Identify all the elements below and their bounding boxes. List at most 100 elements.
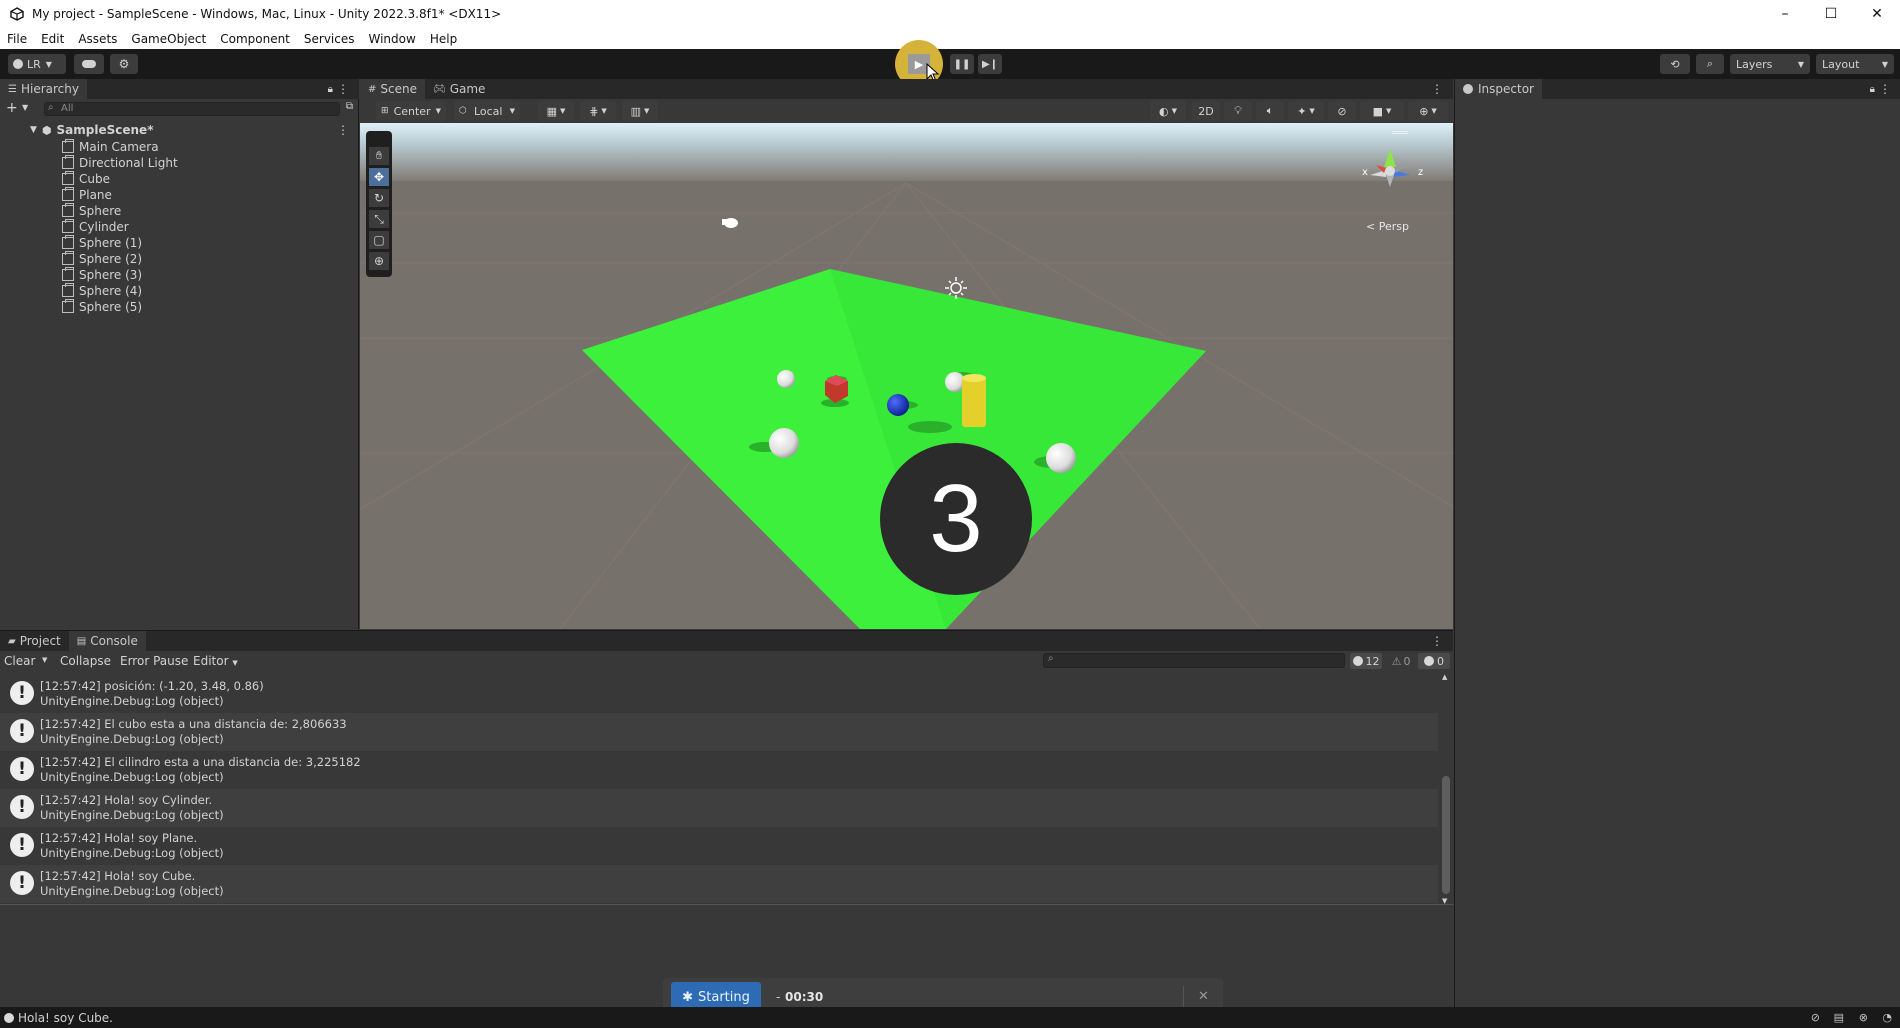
- list-item[interactable]: Sphere (1): [62, 235, 142, 251]
- blue-sphere-object[interactable]: [887, 394, 909, 416]
- camera-settings-button[interactable]: ■ ▼: [1360, 101, 1404, 121]
- hierarchy-search-input[interactable]: ⌕ All: [44, 102, 340, 116]
- gizmos-button[interactable]: ⊕ ▼: [1408, 101, 1448, 121]
- menu-gameobject[interactable]: GameObject: [124, 32, 213, 46]
- error-count-toggle[interactable]: 0: [1418, 653, 1450, 669]
- search-button[interactable]: ⌕: [1696, 54, 1724, 74]
- tab-game[interactable]: 🎮︎ Game: [425, 79, 493, 99]
- add-button[interactable]: +: [6, 100, 18, 116]
- pause-button[interactable]: ❚❚: [950, 54, 974, 74]
- list-item[interactable]: Sphere (4): [62, 283, 142, 299]
- cache-icon[interactable]: ▤: [1834, 1011, 1844, 1024]
- list-item[interactable]: Cube: [62, 171, 110, 187]
- tab-hierarchy[interactable]: ☰ Hierarchy: [0, 79, 87, 99]
- close-recording-button[interactable]: ✕: [1198, 989, 1209, 1004]
- undo-history-button[interactable]: ⟲: [1660, 54, 1690, 74]
- transform-tool-button[interactable]: ⊕: [369, 252, 389, 270]
- more-options-icon[interactable]: ⋮: [1431, 634, 1443, 648]
- step-button[interactable]: ▶❙: [978, 54, 1002, 74]
- clear-button[interactable]: Clear: [4, 654, 35, 668]
- clear-options-icon[interactable]: ▼: [42, 656, 47, 664]
- cylinder-object[interactable]: [962, 377, 986, 427]
- increment-snap-button[interactable]: ▥ ▼: [622, 101, 658, 121]
- lock-icon[interactable]: 🔒︎: [1870, 84, 1875, 95]
- list-item[interactable]: Sphere: [62, 203, 121, 219]
- sphere-object[interactable]: [769, 428, 799, 458]
- scroll-up-icon[interactable]: ▲: [1442, 673, 1447, 681]
- status-message[interactable]: Hola! soy Cube.: [18, 1011, 113, 1025]
- error-pause-toggle[interactable]: Error Pause: [120, 654, 188, 668]
- table-row[interactable]: ! [12:57:42] El cubo esta a una distanci…: [0, 713, 1438, 751]
- toggle-2d-button[interactable]: 2D: [1192, 101, 1220, 121]
- collab-settings-button[interactable]: ⚙: [110, 54, 138, 74]
- list-item[interactable]: Main Camera: [62, 139, 159, 155]
- menu-services[interactable]: Services: [297, 32, 362, 46]
- info-count-toggle[interactable]: 12: [1350, 653, 1382, 669]
- list-item[interactable]: Sphere (2): [62, 251, 142, 267]
- maximize-button[interactable]: ☐: [1808, 0, 1854, 28]
- scrollbar-thumb[interactable]: [1442, 776, 1450, 894]
- console-scrollbar[interactable]: ▲ ▼: [1440, 673, 1452, 907]
- hidden-objects-button[interactable]: ⊘: [1328, 101, 1356, 121]
- list-item[interactable]: Sphere (5): [62, 299, 142, 315]
- lock-icon[interactable]: 🔒︎: [328, 84, 333, 95]
- grid-visibility-button[interactable]: ▦ ▼: [538, 101, 574, 121]
- menu-window[interactable]: Window: [362, 32, 423, 46]
- tab-inspector[interactable]: Inspector: [1455, 79, 1542, 99]
- editor-dropdown[interactable]: Editor ▼: [193, 654, 238, 668]
- list-item[interactable]: Directional Light: [62, 155, 178, 171]
- effects-button[interactable]: ✦ ▼: [1288, 101, 1324, 121]
- audio-button[interactable]: 🔈︎: [1256, 101, 1284, 121]
- space-dropdown[interactable]: ⬡ Local ▼: [454, 101, 520, 121]
- sphere-object[interactable]: [1046, 443, 1076, 473]
- grid-snap-button[interactable]: ⋕ ▼: [580, 101, 616, 121]
- scene-filter-icon[interactable]: ⧉: [346, 101, 353, 112]
- table-row[interactable]: ! [12:57:42] Hola! soy Cube. UnityEngine…: [0, 865, 1438, 903]
- scroll-down-icon[interactable]: ▼: [1442, 897, 1447, 905]
- more-options-icon[interactable]: ⋮: [1879, 82, 1891, 96]
- account-dropdown[interactable]: LR ▼: [8, 54, 66, 74]
- rect-tool-button[interactable]: ▢: [369, 231, 389, 249]
- list-item[interactable]: Cylinder: [62, 219, 129, 235]
- list-item[interactable]: Plane: [62, 187, 112, 203]
- minimize-button[interactable]: –: [1762, 0, 1808, 28]
- draw-mode-button[interactable]: ◐ ▼: [1150, 101, 1186, 121]
- network-icon[interactable]: ⊘: [1811, 1011, 1820, 1024]
- table-row[interactable]: ! [12:57:42] Hola! soy Cylinder. UnityEn…: [0, 789, 1438, 827]
- debug-icon[interactable]: ⊗: [1859, 1011, 1868, 1024]
- progress-icon[interactable]: ◔: [1882, 1011, 1892, 1024]
- move-tool-button[interactable]: ✥: [369, 168, 389, 186]
- layers-dropdown[interactable]: Layers ▼: [1730, 54, 1810, 74]
- list-item[interactable]: Sphere (3): [62, 267, 142, 283]
- more-options-icon[interactable]: ⋮: [337, 82, 349, 96]
- projection-toggle[interactable]: < Persp: [1366, 220, 1409, 233]
- console-search-input[interactable]: ⌕: [1043, 653, 1345, 668]
- lighting-button[interactable]: 💡︎: [1224, 101, 1252, 121]
- layout-dropdown[interactable]: Layout ▼: [1816, 54, 1894, 74]
- warning-count-toggle[interactable]: ⚠ 0: [1386, 653, 1416, 669]
- tab-project[interactable]: ▰ Project: [0, 631, 69, 651]
- table-row[interactable]: ! [12:57:42] Hola! soy Plane. UnityEngin…: [0, 827, 1438, 865]
- pivot-dropdown[interactable]: ⊞ Center ▼: [376, 101, 446, 121]
- cloud-button[interactable]: [74, 54, 104, 74]
- table-row[interactable]: ! [12:57:42] posición: (-1.20, 3.48, 0.8…: [0, 675, 1438, 713]
- chevron-down-icon[interactable]: ▼: [22, 103, 28, 112]
- more-options-icon[interactable]: ⋮: [1431, 82, 1443, 96]
- view-tool-button[interactable]: ✋︎: [369, 147, 389, 165]
- rotate-tool-button[interactable]: ↻: [369, 189, 389, 207]
- gizmo-menu-handle[interactable]: [1392, 131, 1408, 134]
- menu-component[interactable]: Component: [213, 32, 297, 46]
- table-row[interactable]: ! [12:57:42] El cilindro esta a una dist…: [0, 751, 1438, 789]
- tab-console[interactable]: ▤ Console: [68, 631, 146, 651]
- sphere-object[interactable]: [777, 370, 795, 388]
- hierarchy-scene-row[interactable]: ▼ ⬢ SampleScene* ⋮: [30, 122, 359, 138]
- scene-viewport[interactable]: 3 ✋︎ ✥ ↻ ⤡ ▢ ⊕ x z < Persp: [360, 123, 1453, 629]
- tab-scene[interactable]: # Scene: [360, 79, 425, 99]
- scale-tool-button[interactable]: ⤡: [369, 210, 389, 228]
- menu-help[interactable]: Help: [423, 32, 464, 46]
- collapse-toggle[interactable]: Collapse: [60, 654, 111, 668]
- menu-assets[interactable]: Assets: [71, 32, 124, 46]
- menu-file[interactable]: File: [0, 32, 34, 46]
- more-options-icon[interactable]: ⋮: [337, 123, 349, 137]
- close-button[interactable]: ✕: [1854, 0, 1900, 28]
